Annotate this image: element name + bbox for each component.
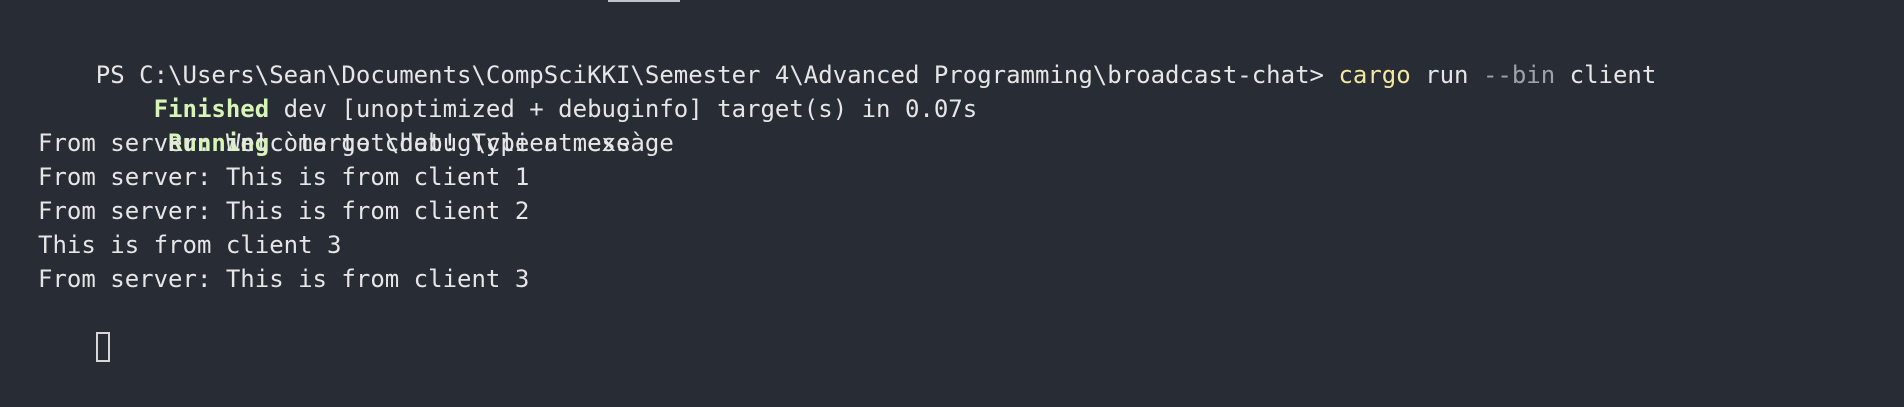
command-run: run bbox=[1410, 61, 1483, 89]
output-line: From server: This is from client 2 bbox=[38, 197, 530, 225]
output-line: This is from client 3 bbox=[38, 231, 342, 259]
input-line[interactable] bbox=[38, 296, 1904, 362]
output-line: From server: This is from client 1 bbox=[38, 163, 530, 191]
output-line: From server: Welcome to chat! Type a mes… bbox=[38, 129, 674, 157]
finished-text: dev [unoptimized + debuginfo] target(s) … bbox=[269, 95, 978, 123]
command-flag: --bin bbox=[1482, 61, 1556, 89]
command-cargo: cargo bbox=[1338, 61, 1411, 89]
command-line: PS C:\Users\Sean\Documents\CompSciKKI\Se… bbox=[38, 24, 1904, 89]
top-divider bbox=[608, 0, 680, 2]
command-target: client bbox=[1555, 61, 1657, 89]
terminal-window[interactable]: PS C:\Users\Sean\Documents\CompSciKKI\Se… bbox=[0, 0, 1904, 407]
cursor-icon bbox=[95, 332, 110, 362]
prompt-path: PS C:\Users\Sean\Documents\CompSciKKI\Se… bbox=[95, 61, 1339, 89]
output-line: From server: This is from client 3 bbox=[38, 265, 530, 293]
finished-label: Finished bbox=[95, 95, 270, 123]
